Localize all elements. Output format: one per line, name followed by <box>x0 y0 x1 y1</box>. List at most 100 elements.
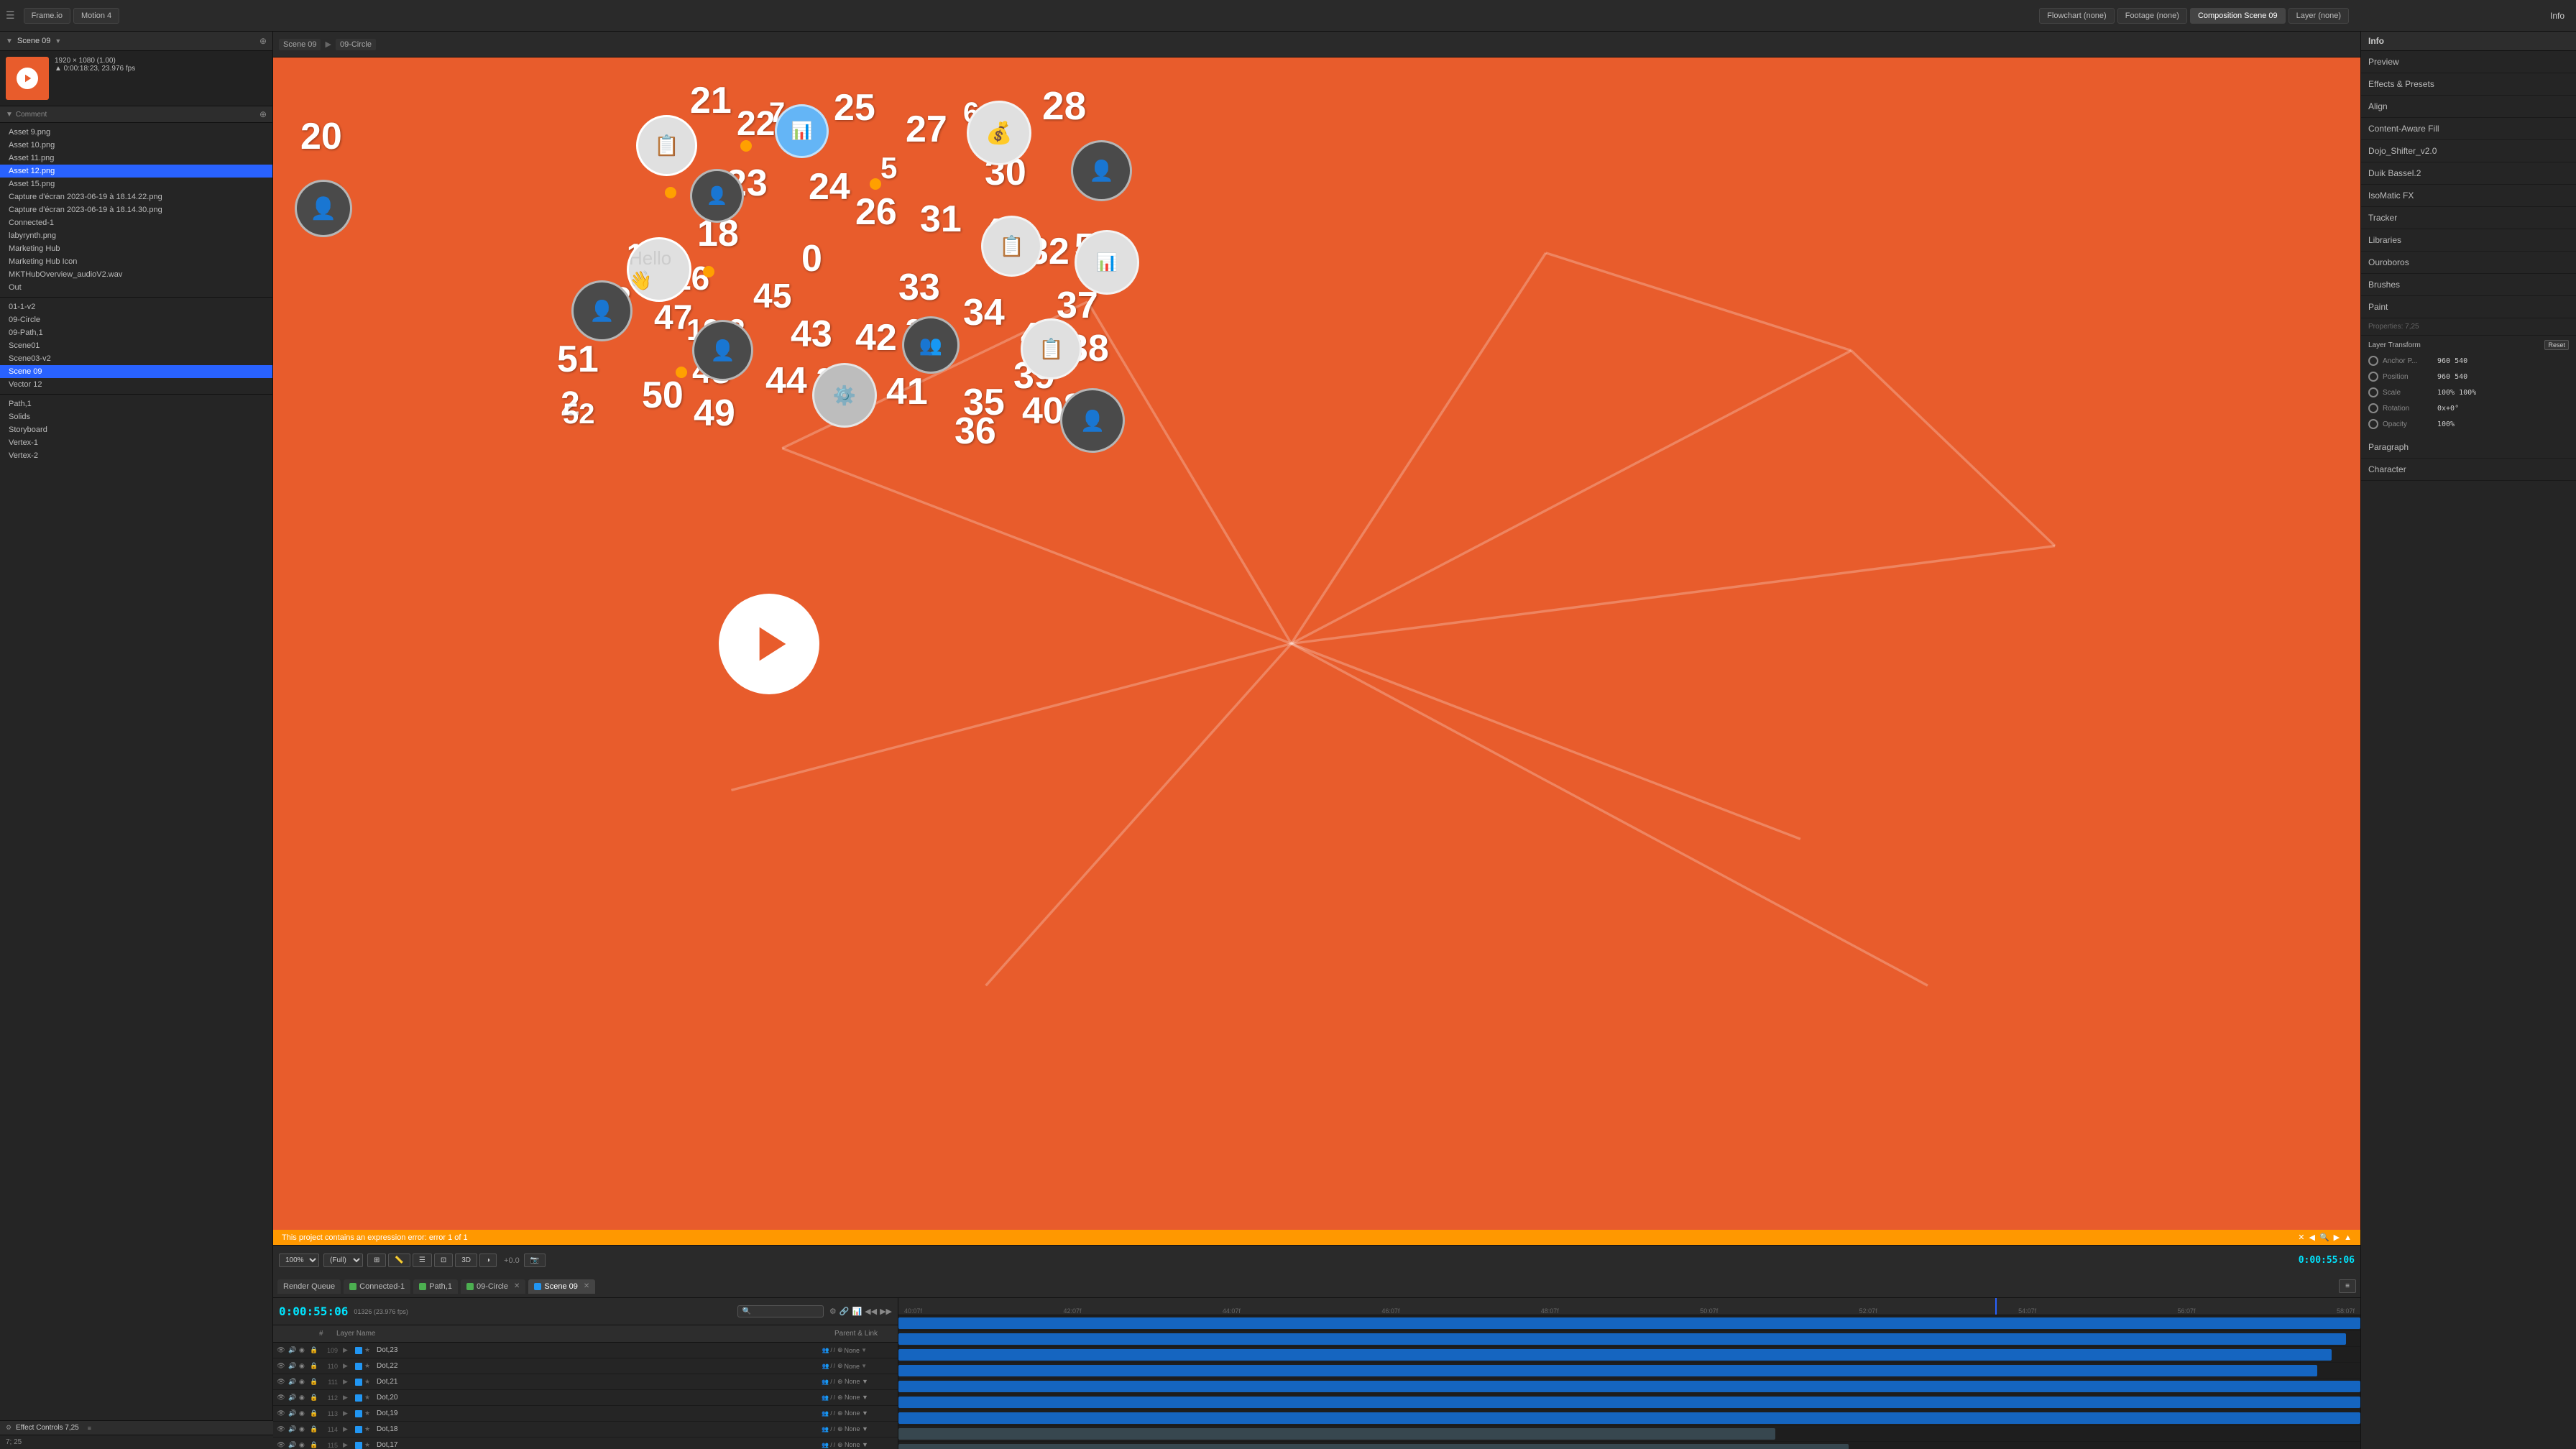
tab-09circle[interactable]: 09-Circle ✕ <box>461 1279 525 1294</box>
file-path1[interactable]: Path,1 <box>0 397 272 410</box>
l110pa[interactable]: ▼ <box>861 1363 867 1369</box>
layer-109-vis[interactable]: 👁 <box>276 1346 286 1354</box>
timeline-ctrl-1[interactable]: ⚙ <box>829 1307 837 1316</box>
opacity-value[interactable]: 100% <box>2437 420 2455 428</box>
3d-btn[interactable]: 3D <box>455 1254 477 1267</box>
l113st[interactable]: ★ <box>364 1409 374 1417</box>
l112v[interactable]: 👁 <box>276 1394 286 1402</box>
file-connected1[interactable]: Connected-1 <box>0 216 272 229</box>
tab-frame-io[interactable]: Frame.io <box>24 8 70 24</box>
layer-109-solo[interactable]: ◉ <box>299 1346 308 1354</box>
l114s[interactable]: ◉ <box>299 1425 308 1433</box>
layer-row-113[interactable]: 👁 🔊 ◉ 🔒 113 ▶ ★ Dot,19 👥 / / ⊕ None ▼ <box>273 1406 898 1422</box>
timeline-ctrl-5[interactable]: ▶▶ <box>880 1307 892 1316</box>
tab-composition[interactable]: Composition Scene 09 <box>2190 8 2286 24</box>
file-out[interactable]: Out <box>0 281 272 294</box>
exposure-btn[interactable]: ◑ <box>479 1254 497 1267</box>
file-01-1v2[interactable]: 01-1-v2 <box>0 300 272 313</box>
l114st[interactable]: ★ <box>364 1425 374 1433</box>
l114a[interactable]: 🔊 <box>288 1425 297 1433</box>
position-value[interactable]: 960 540 <box>2437 373 2467 381</box>
file-labyrynth[interactable]: labyrynth.png <box>0 229 272 242</box>
l115s[interactable]: ◉ <box>299 1441 308 1449</box>
right-panel-effects[interactable]: Effects & Presets <box>2361 73 2576 96</box>
l115st[interactable]: ★ <box>364 1441 374 1449</box>
right-panel-ouroboros[interactable]: Ouroboros <box>2361 252 2576 274</box>
layer-109-expand[interactable]: ▶ <box>343 1346 353 1354</box>
file-asset15[interactable]: Asset 15.png <box>0 178 272 190</box>
add-file-icon[interactable]: ⊕ <box>259 109 267 119</box>
right-panel-content-aware[interactable]: Content-Aware Fill <box>2361 118 2576 140</box>
layer-109-parent-arrow[interactable]: ▼ <box>861 1347 867 1353</box>
l111s[interactable]: ◉ <box>299 1378 308 1386</box>
error-nav-left[interactable]: ◀ <box>2309 1233 2314 1242</box>
layer-110-audio[interactable]: 🔊 <box>288 1362 297 1370</box>
layer-110-star[interactable]: ★ <box>364 1362 374 1370</box>
file-capture2[interactable]: Capture d'écran 2023-06-19 à 18.14.30.pn… <box>0 203 272 216</box>
file-mkt-audio[interactable]: MKTHubOverview_audioV2.wav <box>0 268 272 281</box>
l112e[interactable]: ▶ <box>343 1394 353 1402</box>
layer-row-111[interactable]: 👁 🔊 ◉ 🔒 111 ▶ ★ Dot,21 👥 / / ⊕ None ▼ <box>273 1374 898 1390</box>
layer-row-114[interactable]: 👁 🔊 ◉ 🔒 114 ▶ ★ Dot,18 👥 / / ⊕ None ▼ <box>273 1422 898 1438</box>
effect-controls-menu[interactable]: ≡ <box>88 1425 91 1432</box>
timeline-ctrl-2[interactable]: 🔗 <box>840 1307 850 1316</box>
grid-btn[interactable]: ⊞ <box>367 1254 386 1267</box>
file-capture1[interactable]: Capture d'écran 2023-06-19 à 18.14.22.pn… <box>0 190 272 203</box>
l113s[interactable]: ◉ <box>299 1409 308 1417</box>
file-marketing-hub-icon[interactable]: Marketing Hub Icon <box>0 255 272 268</box>
breadcrumb-09circle[interactable]: 09-Circle <box>336 39 376 50</box>
tab-motion4[interactable]: Motion 4 <box>73 8 119 24</box>
file-09-path1[interactable]: 09-Path,1 <box>0 326 272 339</box>
l115l[interactable]: 🔒 <box>310 1441 318 1449</box>
file-asset9[interactable]: Asset 9.png <box>0 126 272 139</box>
file-marketing-hub[interactable]: Marketing Hub <box>0 242 272 255</box>
right-panel-libraries[interactable]: Libraries <box>2361 229 2576 252</box>
rotation-value[interactable]: 0x+0° <box>2437 405 2459 413</box>
file-vector12[interactable]: Vector 12 <box>0 378 272 391</box>
l111l[interactable]: 🔒 <box>310 1378 318 1386</box>
file-solids[interactable]: Solids <box>0 410 272 423</box>
breadcrumb-scene09[interactable]: Scene 09 <box>279 39 321 50</box>
file-asset12[interactable]: Asset 12.png <box>0 165 272 178</box>
error-expand-icon[interactable]: ▲ <box>2344 1233 2352 1242</box>
l114l[interactable]: 🔒 <box>310 1425 318 1433</box>
timeline-ctrl-3[interactable]: 📊 <box>852 1307 862 1316</box>
file-asset11[interactable]: Asset 11.png <box>0 152 272 165</box>
right-panel-duik[interactable]: Duik Bassel.2 <box>2361 162 2576 185</box>
layer-110-lock[interactable]: 🔒 <box>310 1362 318 1370</box>
tab-path1[interactable]: Path,1 <box>413 1279 458 1294</box>
tab-footage[interactable]: Footage (none) <box>2117 8 2187 24</box>
l112a[interactable]: 🔊 <box>288 1394 297 1402</box>
layer-109-star[interactable]: ★ <box>364 1346 374 1354</box>
right-panel-isofx[interactable]: IsoMatic FX <box>2361 185 2576 207</box>
file-asset10[interactable]: Asset 10.png <box>0 139 272 152</box>
layer-row-115[interactable]: 👁 🔊 ◉ 🔒 115 ▶ ★ Dot,17 👥 / / ⊕ None ▼ <box>273 1438 898 1449</box>
layer-row-109[interactable]: 👁 🔊 ◉ 🔒 109 ▶ ★ Dot,23 👥 / / ⊕ <box>273 1343 898 1358</box>
file-storyboard[interactable]: Storyboard <box>0 423 272 436</box>
error-nav-right[interactable]: ▶ <box>2334 1233 2340 1242</box>
layer-109-lock[interactable]: 🔒 <box>310 1346 318 1354</box>
file-vertex2[interactable]: Vertex-2 <box>0 449 272 462</box>
add-item-btn[interactable]: ⊕ <box>259 36 267 46</box>
tab-render-queue[interactable]: Render Queue <box>277 1279 341 1294</box>
right-panel-paint[interactable]: Paint <box>2361 296 2576 318</box>
layer-110-expand[interactable]: ▶ <box>343 1362 353 1370</box>
reset-btn[interactable]: Reset <box>2544 340 2569 350</box>
scale-value[interactable]: 100% 100% <box>2437 389 2476 397</box>
snap-btn[interactable]: ⊡ <box>434 1254 453 1267</box>
l113a[interactable]: 🔊 <box>288 1409 297 1417</box>
layer-row-112[interactable]: 👁 🔊 ◉ 🔒 112 ▶ ★ Dot,20 👥 / / ⊕ None ▼ <box>273 1390 898 1406</box>
l112l[interactable]: 🔒 <box>310 1394 318 1402</box>
l115v[interactable]: 👁 <box>276 1441 286 1449</box>
l114v[interactable]: 👁 <box>276 1425 286 1433</box>
right-panel-character[interactable]: Character <box>2361 459 2576 481</box>
rulers-btn[interactable]: 📏 <box>388 1254 410 1267</box>
file-scene03v2[interactable]: Scene03-v2 <box>0 352 272 365</box>
guides-btn[interactable]: ☰ <box>413 1254 432 1267</box>
tab-09circle-close[interactable]: ✕ <box>514 1282 520 1290</box>
l112s[interactable]: ◉ <box>299 1394 308 1402</box>
zoom-select[interactable]: 100% 50% 200% <box>279 1254 319 1267</box>
right-panel-paragraph[interactable]: Paragraph <box>2361 436 2576 459</box>
timeline-playhead[interactable] <box>1995 1298 1997 1315</box>
l115e[interactable]: ▶ <box>343 1441 353 1449</box>
